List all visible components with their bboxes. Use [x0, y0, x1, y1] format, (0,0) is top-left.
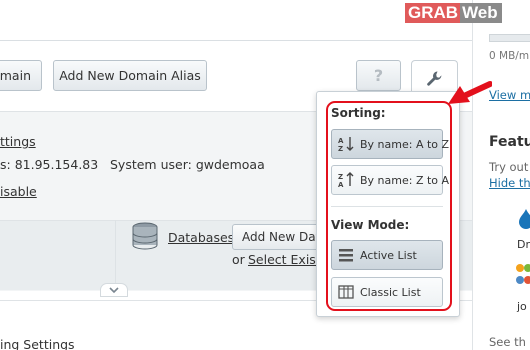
- database-icon: [132, 222, 158, 250]
- drupal-label: Dr: [517, 238, 530, 251]
- usage-bar: [489, 34, 530, 42]
- lower-settings-link[interactable]: ing Settings: [0, 337, 75, 350]
- svg-text:A: A: [338, 137, 344, 145]
- watermark-logo: GRAB Web: [405, 3, 502, 23]
- watermark-part2: Web: [460, 3, 502, 23]
- sort-a-to-z-button[interactable]: A Z By name: A to Z: [331, 129, 449, 159]
- system-user: System user: gwdemoaa: [110, 157, 265, 172]
- see-text: See th: [489, 335, 526, 349]
- divider: [0, 40, 472, 41]
- add-domain-button[interactable]: omain: [0, 60, 42, 91]
- svg-text:Z: Z: [338, 145, 343, 153]
- collapse-toggle[interactable]: [100, 283, 128, 297]
- usage-text: 0 MB/m: [489, 50, 530, 62]
- chevron-down-icon: [109, 286, 119, 293]
- table-icon: [337, 283, 355, 301]
- help-button[interactable]: ?: [356, 60, 401, 91]
- sort-ascending-icon: A Z: [337, 135, 355, 153]
- view-more-link[interactable]: View m: [489, 88, 530, 102]
- try-out-text: Try out: [489, 160, 529, 174]
- svg-text:A: A: [338, 181, 344, 189]
- settings-link[interactable]: ttings: [0, 134, 36, 149]
- wrench-icon: [426, 71, 441, 86]
- ip-address: s: 81.95.154.83: [0, 157, 99, 172]
- divider: [115, 220, 116, 290]
- or-label: or: [232, 252, 245, 267]
- view-mode-heading: View Mode:: [331, 218, 410, 232]
- joomla-icon: [516, 264, 530, 284]
- featured-title: Featu: [489, 134, 530, 150]
- classic-list-button[interactable]: Classic List: [331, 277, 443, 307]
- databases-link[interactable]: Databases: [168, 230, 234, 245]
- active-list-button[interactable]: Active List: [331, 240, 443, 270]
- list-icon: [337, 246, 355, 264]
- sort-a-to-z-label: By name: A to Z: [360, 137, 450, 151]
- divider: [331, 206, 443, 207]
- sort-descending-icon: Z A: [337, 171, 355, 189]
- classic-list-label: Classic List: [360, 285, 421, 299]
- active-list-label: Active List: [360, 248, 417, 262]
- sort-z-to-a-button[interactable]: Z A By name: Z to A: [331, 165, 449, 195]
- hide-link[interactable]: Hide th: [489, 176, 530, 190]
- right-sidebar: 0 MB/m View m Featu Try out Hide th Dr j…: [472, 0, 530, 350]
- red-arrow-icon: [448, 81, 492, 104]
- select-existing-link[interactable]: Select Existi: [248, 252, 324, 267]
- disable-link[interactable]: isable: [0, 184, 37, 199]
- watermark-part1: GRAB: [405, 3, 461, 23]
- sorting-heading: Sorting:: [331, 106, 386, 120]
- add-domain-alias-button[interactable]: Add New Domain Alias: [53, 60, 207, 91]
- sort-z-to-a-label: By name: Z to A: [360, 173, 450, 187]
- svg-text:Z: Z: [338, 173, 343, 181]
- drupal-icon: [519, 209, 530, 229]
- joomla-label: jo: [517, 300, 527, 313]
